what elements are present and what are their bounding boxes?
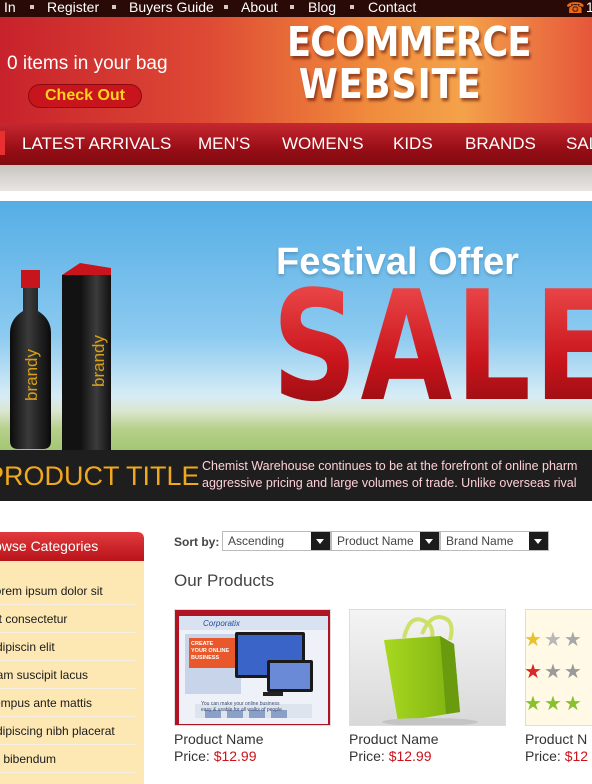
separator-dot bbox=[112, 5, 116, 9]
product-name[interactable]: Product N bbox=[525, 731, 587, 747]
sort-field-select[interactable]: Product Name bbox=[331, 531, 440, 551]
product-price: Price: $12 bbox=[525, 748, 588, 764]
thumb-screen-line-2: YOUR ONLINE bbox=[191, 648, 230, 654]
thumb-promo-text: You can make your online business easy &… bbox=[201, 701, 282, 713]
categories-heading: Browse Categories bbox=[0, 532, 144, 561]
separator-dot bbox=[290, 5, 294, 9]
category-label: Sit consectetur bbox=[0, 612, 68, 626]
price-value: $12 bbox=[564, 748, 589, 764]
categories-heading-text: Browse Categories bbox=[0, 538, 99, 554]
category-label: Lorem ipsum dolor sit bbox=[0, 584, 103, 598]
logo-line-1: ECOMMERCE bbox=[287, 18, 531, 66]
categories-sidebar: Browse Categories Lorem ipsum dolor sit … bbox=[0, 532, 144, 784]
price-value: $12.99 bbox=[388, 748, 432, 764]
category-label: Ut bibendum bbox=[0, 752, 57, 766]
thumb-site-title: Corporatix bbox=[203, 619, 240, 628]
category-item[interactable]: Nam suscipit lacus bbox=[0, 661, 136, 689]
thumb-screen-text: CREATE YOUR ONLINE BUSINESS bbox=[191, 641, 229, 662]
top-link-blog[interactable]: Blog bbox=[308, 0, 336, 15]
top-link-about[interactable]: About bbox=[241, 0, 278, 15]
chevron-down-icon[interactable] bbox=[311, 532, 330, 550]
phone-icon: ☎ bbox=[566, 0, 585, 17]
top-link-login[interactable]: In bbox=[4, 0, 16, 15]
product-price: Price: $12.99 bbox=[349, 748, 432, 764]
box-side bbox=[62, 275, 82, 451]
products-heading: Our Products bbox=[174, 571, 275, 590]
price-label: Price: bbox=[174, 748, 210, 764]
category-label: Tempus ante mattis bbox=[0, 696, 93, 710]
sort-order-value: Ascending bbox=[228, 534, 285, 548]
brand-select[interactable]: Brand Name bbox=[440, 531, 549, 551]
banner-caption: PRODUCT TITLE Chemist Warehouse continue… bbox=[0, 450, 592, 501]
main-nav: LATEST ARRIVALS MEN'S WOMEN'S KIDS BRAND… bbox=[0, 123, 592, 165]
nav-womens[interactable]: WOMEN'S bbox=[282, 134, 364, 154]
category-item[interactable]: Sit consectetur bbox=[0, 605, 136, 633]
category-label: Adipiscing nibh placerat bbox=[0, 724, 115, 738]
product-image-green-bag[interactable] bbox=[349, 609, 506, 726]
separator-dot bbox=[350, 5, 354, 9]
product-image-stars[interactable]: ★★★ ★★★ ★★★ bbox=[525, 609, 592, 726]
separator-dot bbox=[224, 5, 228, 9]
sort-label: Sort by: bbox=[174, 535, 220, 549]
site-logo[interactable]: ECOMMERCE WEBSITE bbox=[287, 18, 531, 108]
category-item[interactable]: Adipiscin elit bbox=[0, 633, 136, 661]
top-link-buyers-guide[interactable]: Buyers Guide bbox=[129, 0, 214, 15]
nav-mens[interactable]: MEN'S bbox=[198, 134, 250, 154]
banner-description-line-2: aggressive pricing and large volumes of … bbox=[202, 476, 577, 490]
sort-order-select[interactable]: Ascending bbox=[222, 531, 331, 551]
top-link-register[interactable]: Register bbox=[47, 0, 99, 15]
top-links-bar: In Register Buyers Guide About Blog Cont… bbox=[0, 0, 592, 17]
checkout-button[interactable]: Check Out bbox=[28, 84, 142, 108]
star-icons: ★★★ ★★★ ★★★ bbox=[525, 629, 584, 715]
product-name[interactable]: Product Name bbox=[349, 731, 438, 747]
category-item[interactable]: Tempus ante mattis bbox=[0, 689, 136, 717]
brand-value: Brand Name bbox=[446, 534, 514, 548]
nav-home-tab[interactable] bbox=[0, 131, 5, 155]
bag-summary[interactable]: 0 items in your bag bbox=[7, 53, 168, 75]
price-label: Price: bbox=[349, 748, 385, 764]
category-item[interactable]: Adipiscing nibh placerat bbox=[0, 717, 136, 745]
price-label: Price: bbox=[525, 748, 561, 764]
site-header: 0 items in your bag Check Out ECOMMERCE … bbox=[0, 17, 592, 123]
category-item[interactable]: Lorem ipsum dolor sit bbox=[0, 577, 136, 605]
hero-banner[interactable]: brandy brandy Festival Offer SALE PRODUC… bbox=[0, 201, 592, 501]
chevron-down-icon[interactable] bbox=[529, 532, 548, 550]
category-label: Adipiscin elit bbox=[0, 640, 55, 654]
bottle-label: brandy bbox=[22, 349, 41, 401]
box-top bbox=[62, 263, 111, 275]
banner-product-title[interactable]: PRODUCT TITLE bbox=[0, 461, 200, 492]
price-value: $12.99 bbox=[213, 748, 257, 764]
chevron-down-icon[interactable] bbox=[420, 532, 439, 550]
product-price: Price: $12.99 bbox=[174, 748, 257, 764]
thumb-screen-line-3: BUSINESS bbox=[191, 655, 220, 661]
category-label: Nam suscipit lacus bbox=[0, 668, 89, 682]
sort-field-value: Product Name bbox=[337, 534, 414, 548]
nav-sale[interactable]: SAL bbox=[566, 134, 592, 154]
nav-latest-arrivals[interactable]: LATEST ARRIVALS bbox=[22, 134, 171, 154]
green-bag-image bbox=[350, 610, 505, 725]
separator-dot bbox=[30, 5, 34, 9]
product-image-corporatix[interactable]: Corporatix CREATE YOUR ONLINE BUSINESS Y… bbox=[174, 609, 331, 726]
top-link-contact[interactable]: Contact bbox=[368, 0, 416, 15]
nav-shadow-band bbox=[0, 165, 592, 191]
phone-number[interactable]: 1 bbox=[586, 0, 592, 15]
bottle-cap bbox=[21, 270, 40, 288]
box-label: brandy bbox=[89, 335, 108, 387]
sale-text: SALE bbox=[272, 271, 592, 423]
banner-description-line-1: Chemist Warehouse continues to be at the… bbox=[202, 459, 578, 473]
page: In Register Buyers Guide About Blog Cont… bbox=[0, 0, 592, 784]
nav-kids[interactable]: KIDS bbox=[393, 134, 433, 154]
nav-brands[interactable]: BRANDS bbox=[465, 134, 536, 154]
thumb-screen-line-1: CREATE bbox=[191, 641, 214, 647]
category-item[interactable]: Ut bibendum bbox=[0, 745, 136, 773]
banner-description: Chemist Warehouse continues to be at the… bbox=[202, 458, 592, 492]
logo-line-2: WEBSITE bbox=[298, 60, 482, 108]
thumb-promo-line-2: easy & usable for all walks of people bbox=[201, 707, 282, 713]
product-name[interactable]: Product Name bbox=[174, 731, 263, 747]
